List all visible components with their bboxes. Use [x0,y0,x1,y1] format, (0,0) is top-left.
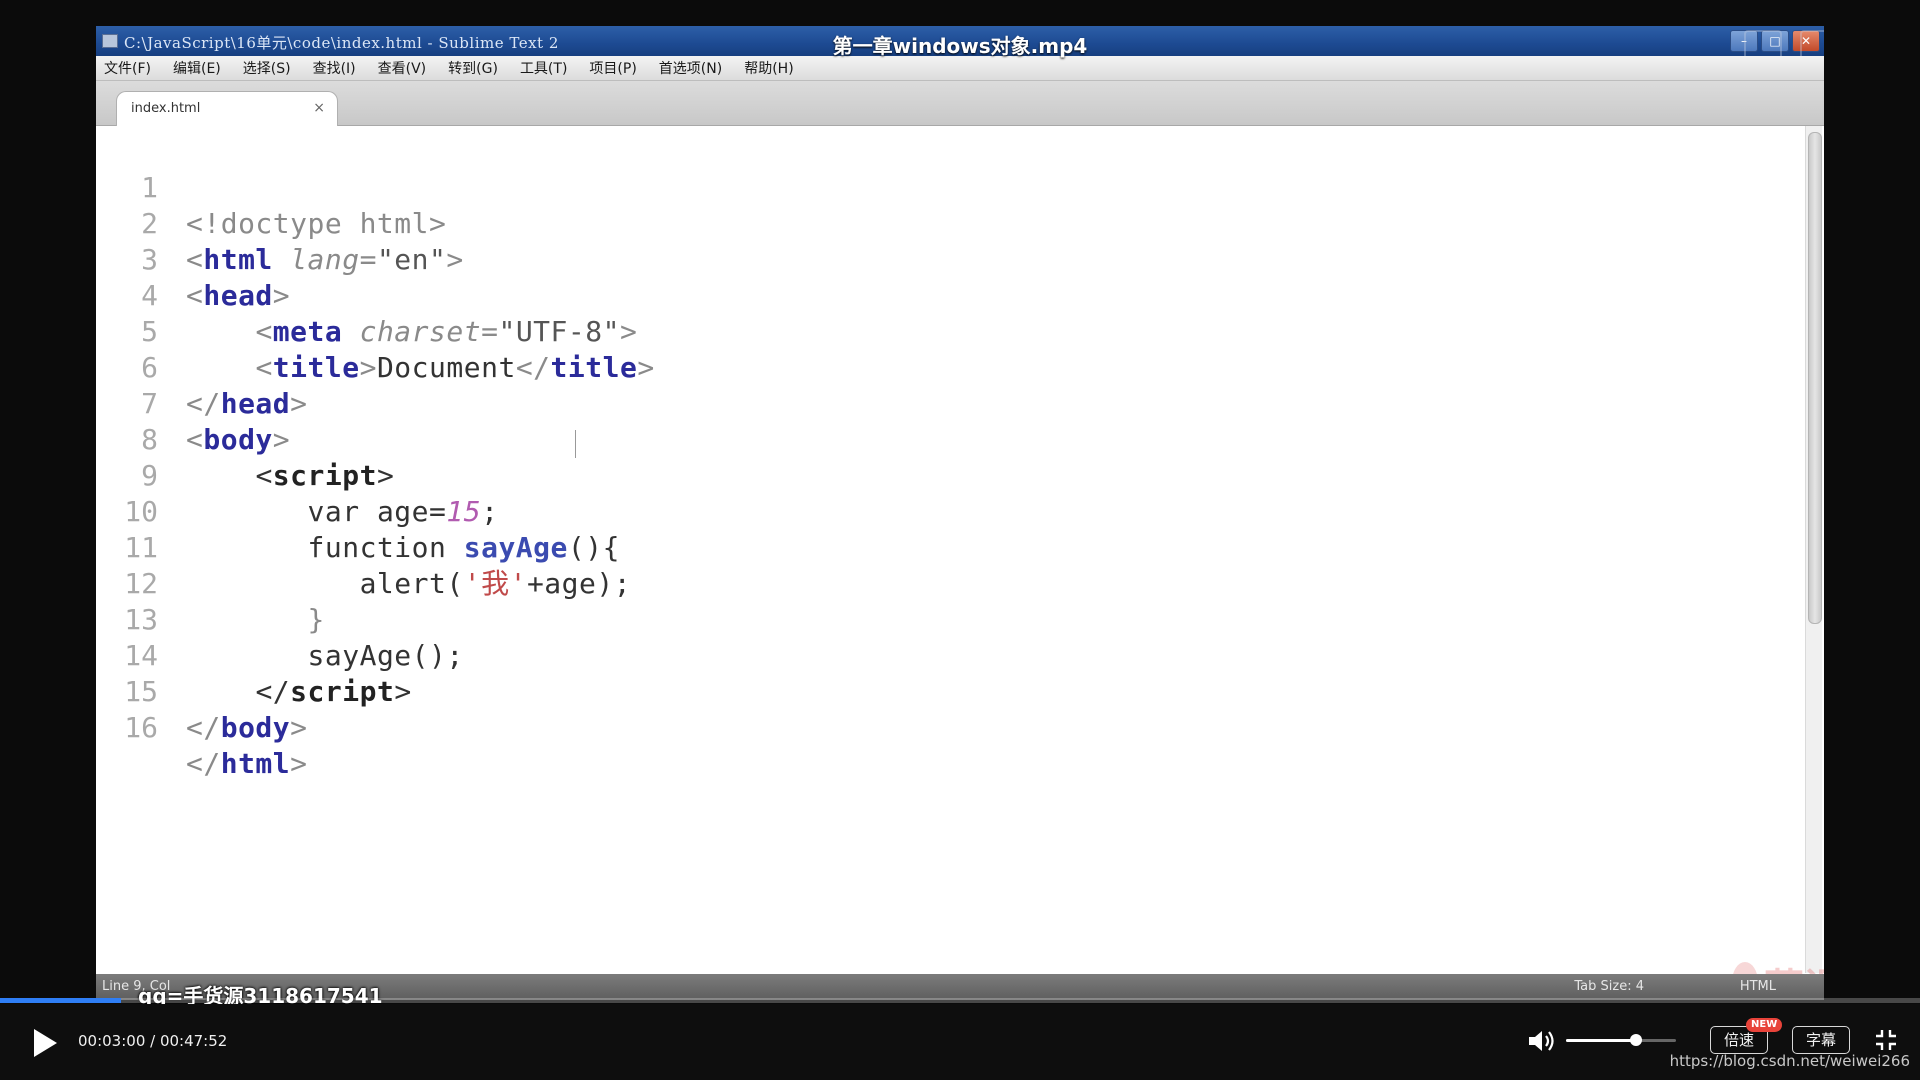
code-line: 2 <html lang="en"> [96,170,463,276]
menu-view: 查看(V) [377,61,427,77]
code-text: ; [481,495,499,528]
code-line: 6 </head> [96,314,307,420]
editor-menubar: 文件(F) 编辑(E) 选择(S) 查找(I) 查看(V) 转到(G) 工具(T… [96,56,1824,81]
code-number: 15 [446,495,482,528]
code-line: 1 <!doctype html> [96,134,446,240]
code-line: 4 <meta charset="UTF-8"> [96,242,637,348]
new-badge: NEW [1746,1018,1783,1032]
code-keyword: function [307,531,464,564]
menu-selection: 选择(S) [242,61,291,77]
time-display: 00:03:00 / 00:47:52 [78,1032,228,1050]
menu-find: 查找(I) [312,61,356,77]
status-tab-size: Tab Size: 4 [1574,979,1644,994]
video-frame[interactable]: C:\JavaScript\16单元\code\index.html - Sub… [96,26,1824,1000]
menu-edit: 编辑(E) [172,61,221,77]
code-line: 13 sayAge(); [96,566,463,672]
status-syntax: HTML [1739,979,1776,994]
code-text: (){ [567,531,620,564]
code-tag: title [550,351,638,384]
code-attr: charset [359,315,482,348]
code-text: +age); [526,567,632,600]
menu-file: 文件(F) [104,61,151,77]
code-tag: body [220,711,291,744]
code-tag: meta [272,315,343,348]
code-function-name: sayAge [463,531,568,564]
menu-help: 帮助(H) [744,61,794,77]
editor-scrollbar [1805,126,1822,973]
code-tag: body [203,423,273,456]
code-tag: html [220,747,291,780]
code-tag: html [203,243,273,276]
code-line: 7 <body> [96,350,290,456]
code-line: 11 alert('我'+age); [96,494,630,600]
code-text: var age= [307,495,447,528]
fullscreen-button[interactable] [1874,1028,1898,1052]
code-line: 9 var age=15; [96,422,576,528]
code-tag: head [203,279,273,312]
code-editor: 1 <!doctype html> 2 <html lang="en"> 3 <… [96,126,1802,973]
volume-icon [1529,1031,1554,1051]
code-tag: script [290,675,395,708]
menu-tools: 工具(T) [519,61,568,77]
code-line: 3 <head> [96,206,290,312]
code-text: Document [376,351,516,384]
code-line: 5 <title>Document</title> [96,278,654,384]
code-tag: head [220,387,291,420]
menu-preferences: 首选项(N) [658,61,723,77]
progress-bar[interactable] [0,998,1920,1003]
code-string: "en" [376,243,447,276]
code-tag: title [272,351,360,384]
volume-slider[interactable] [1566,1034,1676,1046]
code-line: 16 </html> [96,674,307,780]
volume-knob[interactable] [1630,1034,1643,1046]
code-line: 14 </script> [96,602,411,708]
source-url: https://blog.csdn.net/weiwei266 [1669,1052,1910,1070]
code-line: 10 function sayAge(){ [96,458,619,564]
code-tag: script [272,459,377,492]
code-string: '我' [463,567,527,600]
menu-project: 项目(P) [589,61,637,77]
volume-fill [1566,1039,1637,1042]
scrollbar-thumb [1808,132,1822,624]
player-controls: 00:03:00 / 00:47:52 倍速 NEW 字幕 [0,1004,1920,1080]
line-number: 16 [124,711,158,744]
progress-fill [0,998,121,1003]
code-line: 8 <script> [96,386,394,492]
tab-close-icon: × [313,100,325,116]
exit-fullscreen-icon [1876,1030,1896,1050]
code-text: alert( [359,567,464,600]
volume-button[interactable] [1526,1026,1556,1056]
play-button[interactable] [30,1026,60,1060]
play-icon [34,1029,57,1057]
tab-label: index.html [131,101,201,116]
tab-index-html: index.html × [116,91,338,126]
editor-tabstrip: index.html × [96,81,1824,126]
code-line: 12 } [96,530,324,636]
menu-goto: 转到(G) [448,61,498,77]
text-cursor [575,430,576,458]
subtitle-button[interactable]: 字幕 [1792,1026,1850,1054]
code-text: <!doctype html> [186,207,447,240]
video-title: 第一章windows对象.mp4 [832,34,1088,58]
code-line: 15 </body> [96,638,307,744]
code-string: "UTF-8" [498,315,620,348]
code-text: sayAge(); [307,639,464,672]
code-text: } [307,603,325,636]
code-attr: lang [290,243,360,276]
